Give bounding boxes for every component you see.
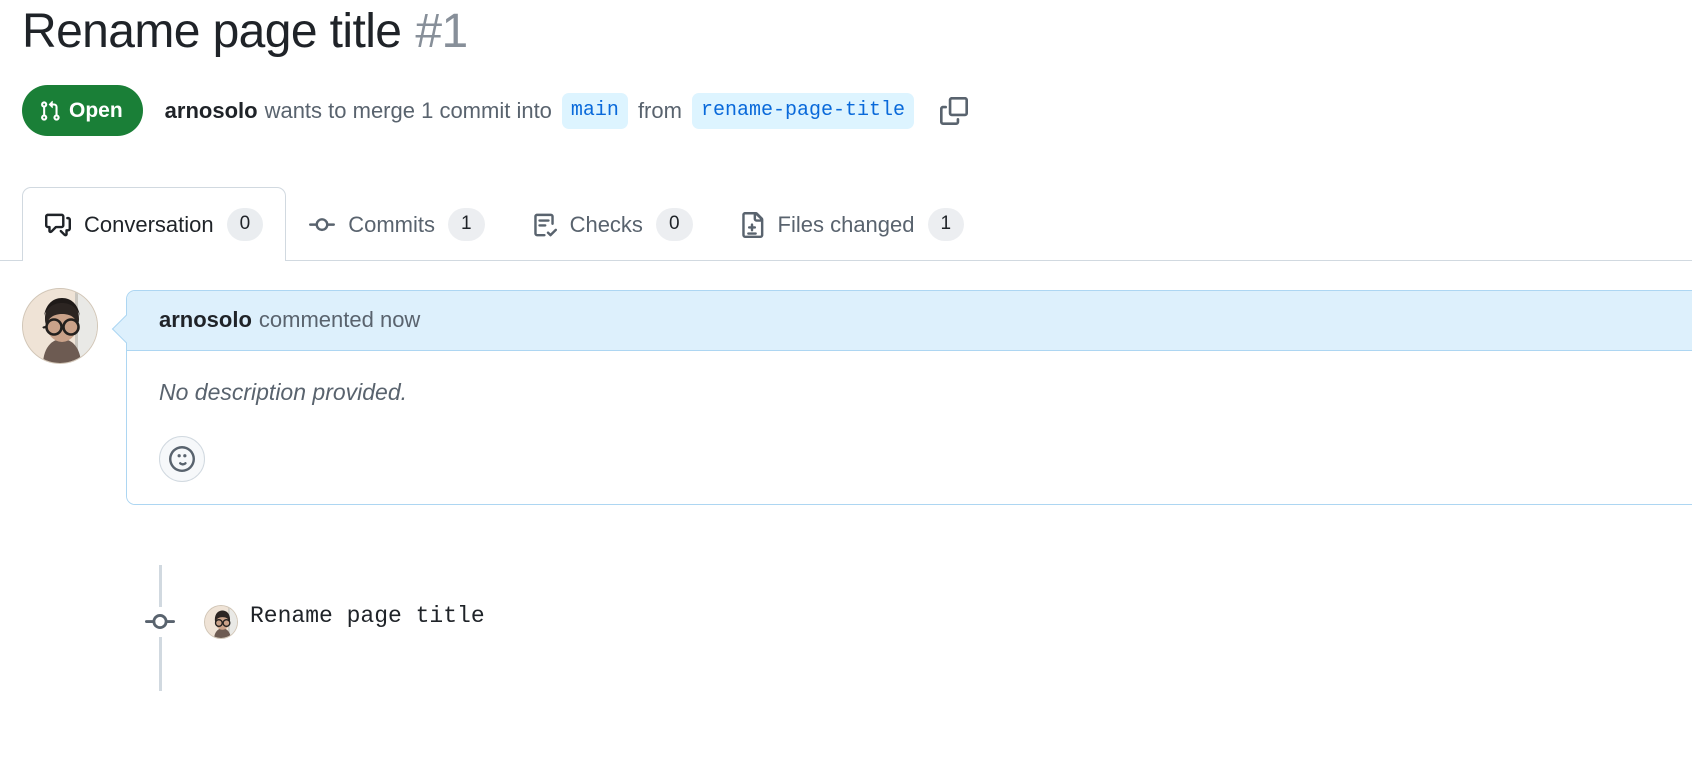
comment-discussion-icon xyxy=(45,212,71,238)
tab-conversation-count: 0 xyxy=(226,208,264,241)
commit-message[interactable]: Rename page title xyxy=(250,603,485,629)
merge-text-before: wants to merge 1 commit into xyxy=(264,97,552,123)
tab-conversation-label: Conversation xyxy=(84,211,214,237)
git-commit-icon xyxy=(139,607,181,637)
comment-meta: commented now xyxy=(258,307,421,332)
tab-commits-count: 1 xyxy=(448,208,485,241)
status-badge-label: Open xyxy=(69,98,123,122)
pr-title-text: Rename page title xyxy=(22,5,402,58)
status-badge: Open xyxy=(22,85,143,136)
comment-text: No description provided. xyxy=(159,379,408,405)
git-pull-request-icon xyxy=(39,100,61,122)
comment-author[interactable]: arnosolo xyxy=(159,307,252,332)
tab-commits[interactable]: Commits 1 xyxy=(286,187,507,261)
pr-author-name: arnosolo xyxy=(164,97,258,123)
pr-number: #1 xyxy=(415,5,468,58)
comment-box: arnosolo commented now No description pro… xyxy=(111,290,1692,505)
tab-commits-label: Commits xyxy=(348,211,435,237)
file-diff-icon xyxy=(739,211,765,238)
base-branch-pill[interactable]: main xyxy=(561,92,628,129)
git-commit-icon xyxy=(309,212,336,238)
tab-checks-label: Checks xyxy=(569,211,643,237)
comment-body: No description provided. xyxy=(127,351,1692,504)
tab-checks[interactable]: Checks 0 xyxy=(508,187,716,261)
tab-files-changed-label: Files changed xyxy=(777,211,915,237)
merge-text-between: from xyxy=(637,97,682,123)
copy-icon[interactable] xyxy=(935,92,973,130)
head-branch-pill[interactable]: rename-page-title xyxy=(691,92,914,129)
pull-request-page: Rename page title #1 Open arnosolo wants … xyxy=(0,0,1692,762)
checklist-check-icon xyxy=(531,212,557,238)
avatar[interactable] xyxy=(204,605,238,639)
tab-conversation[interactable]: Conversation 0 xyxy=(22,187,287,262)
pr-tabbar: Conversation 0 Commits 1 Checks 0 Files … xyxy=(0,185,1692,262)
comment-header: arnosolo commented now xyxy=(127,291,1692,351)
merge-description: arnosolo wants to merge 1 commit into main… xyxy=(165,92,973,130)
avatar[interactable] xyxy=(22,288,98,364)
tab-list: Conversation 0 Commits 1 Checks 0 Files … xyxy=(22,185,988,262)
tab-files-changed[interactable]: Files changed 1 xyxy=(716,187,988,261)
tab-files-changed-count: 1 xyxy=(927,208,965,241)
pr-state-row: Open arnosolo wants to merge 1 commit int… xyxy=(22,85,973,136)
smiley-icon[interactable] xyxy=(159,436,205,482)
tab-checks-count: 0 xyxy=(655,208,693,241)
page-title: Rename page title #1 xyxy=(22,2,468,62)
